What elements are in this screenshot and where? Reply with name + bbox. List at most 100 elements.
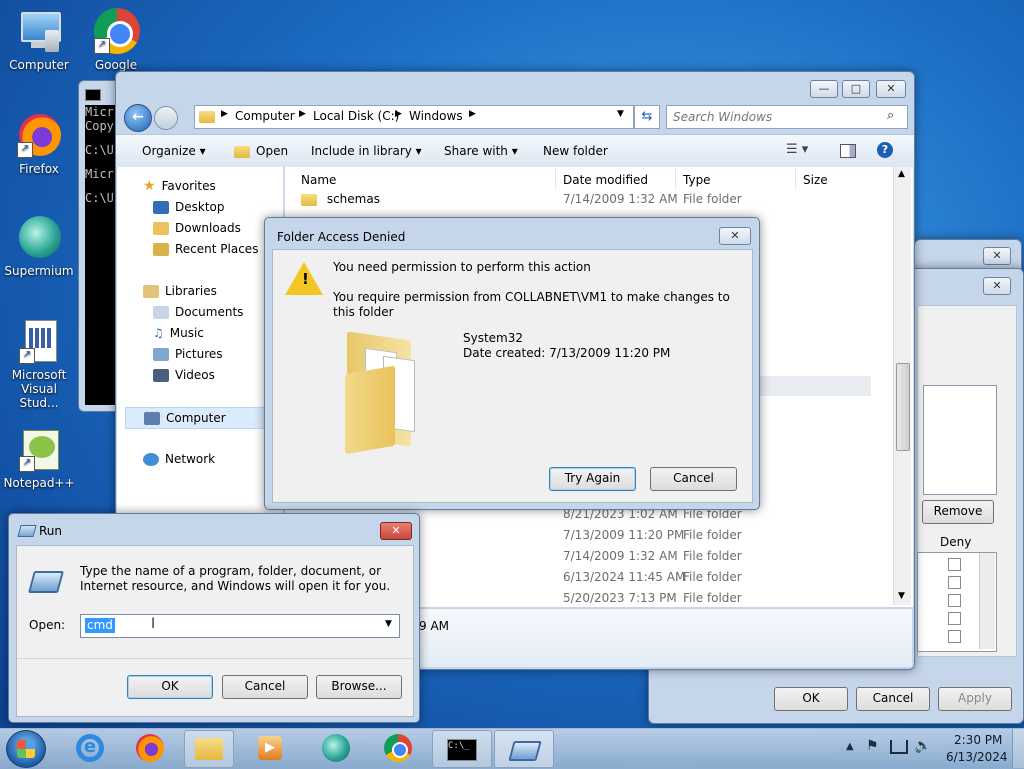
nav-network[interactable]: Network	[143, 449, 215, 469]
search-box[interactable]: ⌕	[666, 105, 908, 129]
deny-checkbox[interactable]	[948, 594, 961, 607]
taskbar-cmd[interactable]: C:\_	[432, 730, 492, 768]
taskbar-ie[interactable]: e	[66, 730, 114, 766]
nav-desktop[interactable]: Desktop	[153, 197, 225, 217]
chevron-down-icon[interactable]: ▼	[898, 591, 905, 601]
maximize-button[interactable]: □	[842, 80, 870, 98]
search-icon[interactable]: ⌕	[887, 108, 894, 123]
chevron-up-icon[interactable]: ▲	[898, 169, 905, 179]
open-combobox[interactable]: cmd I ▼	[80, 614, 400, 638]
organize-menu[interactable]: Organize ▾	[142, 144, 206, 158]
close-button[interactable]: ✕	[380, 522, 412, 540]
close-button[interactable]: ✕	[719, 227, 751, 245]
file-date: 6/13/2024 11:45 AM	[563, 570, 686, 584]
close-button[interactable]: ✕	[983, 247, 1011, 265]
refresh-button[interactable]: ⇆	[634, 105, 660, 129]
search-input[interactable]	[671, 108, 879, 126]
file-row[interactable]: schemas 7/14/2009 1:32 AM File folder	[301, 189, 881, 210]
nav-music[interactable]: ♫ Music	[153, 323, 204, 343]
cancel-button[interactable]: Cancel	[222, 675, 308, 699]
show-hidden-icons-icon[interactable]: ▲	[846, 741, 854, 752]
nav-downloads[interactable]: Downloads	[153, 218, 241, 238]
clock-time[interactable]: 2:30 PM	[954, 733, 1002, 747]
taskbar-supermium[interactable]	[312, 730, 360, 766]
chevron-down-icon[interactable]: ▼	[385, 619, 392, 629]
taskbar-chrome[interactable]	[374, 730, 422, 766]
deny-checkbox[interactable]	[948, 630, 961, 643]
remove-button[interactable]: Remove	[922, 500, 994, 524]
nav-videos[interactable]: Videos	[153, 365, 215, 385]
desktop-icon-firefox[interactable]: ↗ Firefox	[3, 112, 75, 176]
volume-muted-icon[interactable]: 🔈	[914, 738, 931, 754]
desktop-icon-computer[interactable]: Computer	[3, 8, 75, 72]
file-row[interactable]: 7/14/2009 1:32 AM File folder	[563, 546, 863, 567]
command-bar: Organize ▾ Open Include in library ▾ Sha…	[116, 134, 914, 168]
cancel-button[interactable]: Cancel	[856, 687, 930, 711]
clock-date[interactable]: 6/13/2024	[946, 750, 1008, 764]
nav-documents[interactable]: Documents	[153, 302, 243, 322]
column-header-name[interactable]: Name	[301, 173, 336, 187]
breadcrumb-item[interactable]: Local Disk (C:)	[313, 109, 399, 123]
dialog-message: You require permission from COLLABNET\VM…	[333, 290, 730, 319]
action-center-flag-icon[interactable]: ⚑	[866, 738, 879, 754]
open-input-value[interactable]: cmd	[85, 618, 115, 633]
close-button[interactable]: ✕	[983, 277, 1011, 295]
include-in-library-menu[interactable]: Include in library ▾	[311, 144, 422, 158]
start-button[interactable]	[6, 730, 46, 768]
nav-label: Downloads	[175, 221, 241, 235]
help-icon[interactable]: ?	[877, 142, 893, 158]
show-desktop-button[interactable]	[1012, 729, 1024, 768]
ok-button[interactable]: OK	[774, 687, 848, 711]
share-with-menu[interactable]: Share with ▾	[444, 144, 518, 158]
column-header-type[interactable]: Type	[683, 173, 711, 187]
minimize-button[interactable]: —	[810, 80, 838, 98]
deny-checkbox[interactable]	[948, 612, 961, 625]
file-date: 7/14/2009 1:32 AM	[563, 549, 678, 563]
file-row[interactable]: 6/13/2024 11:45 AM File folder	[563, 567, 863, 588]
forward-button[interactable]	[154, 106, 178, 130]
column-header-date[interactable]: Date modified	[563, 173, 648, 187]
deny-checkbox[interactable]	[948, 576, 961, 589]
view-options-icon[interactable]: ☰ ▾	[786, 142, 808, 157]
browse-button[interactable]: Browse...	[316, 675, 402, 699]
nav-pictures[interactable]: Pictures	[153, 344, 223, 364]
file-row[interactable]: 5/20/2023 7:13 PM File folder	[563, 588, 863, 609]
deny-checkbox[interactable]	[948, 558, 961, 571]
desktop-icon-notepadpp[interactable]: ↗ Notepad++	[3, 426, 75, 490]
cmd-icon: C:\_	[447, 739, 477, 761]
address-bar[interactable]: ▶ Computer ▶ Local Disk (C:) ▶ Windows ▶…	[194, 105, 634, 129]
run-dialog[interactable]: Run ✕ Type the name of a program, folder…	[8, 513, 420, 723]
preview-pane-icon[interactable]	[840, 144, 856, 158]
nav-recent-places[interactable]: Recent Places	[153, 239, 258, 259]
file-list-scrollbar[interactable]: ▲ ▼	[893, 167, 911, 605]
folder-access-denied-dialog[interactable]: Folder Access Denied ✕ ! You need permis…	[264, 217, 760, 510]
taskbar-firefox[interactable]	[126, 730, 174, 766]
nav-label: Libraries	[165, 284, 217, 298]
permissions-scrollbar[interactable]	[979, 553, 995, 649]
desktop-icon-supermium[interactable]: Supermium	[3, 214, 75, 278]
breadcrumb-item[interactable]: Windows	[409, 109, 463, 123]
ok-button[interactable]: OK	[127, 675, 213, 699]
close-button[interactable]: ✕	[876, 80, 906, 98]
file-type: File folder	[683, 591, 742, 605]
back-button[interactable]: ←	[124, 104, 152, 132]
network-tray-icon[interactable]	[890, 740, 908, 754]
new-folder-button[interactable]: New folder	[543, 144, 608, 158]
open-button[interactable]: Open	[234, 144, 288, 158]
desktop-icon-visual-studio[interactable]: ↗ Microsoft Visual Stud...	[0, 318, 78, 410]
taskbar-media-player[interactable]: ▶	[246, 730, 294, 766]
apply-button[interactable]: Apply	[938, 687, 1012, 711]
nav-favorites[interactable]: ★ Favorites	[143, 176, 216, 196]
file-row[interactable]: 7/13/2009 11:20 PM File folder	[563, 525, 863, 546]
scrollbar-thumb[interactable]	[896, 363, 910, 451]
try-again-button[interactable]: Try Again	[549, 467, 636, 491]
column-header-size[interactable]: Size	[803, 173, 828, 187]
nav-libraries[interactable]: Libraries	[143, 281, 217, 301]
desktop-icon-google[interactable]: ↗ Google	[80, 8, 152, 72]
breadcrumb-item[interactable]: Computer	[235, 109, 295, 123]
cancel-button[interactable]: Cancel	[650, 467, 737, 491]
chevron-down-icon[interactable]: ▼	[617, 109, 624, 119]
taskbar-run[interactable]	[494, 730, 554, 768]
taskbar-explorer[interactable]	[184, 730, 234, 768]
network-icon	[143, 453, 159, 466]
